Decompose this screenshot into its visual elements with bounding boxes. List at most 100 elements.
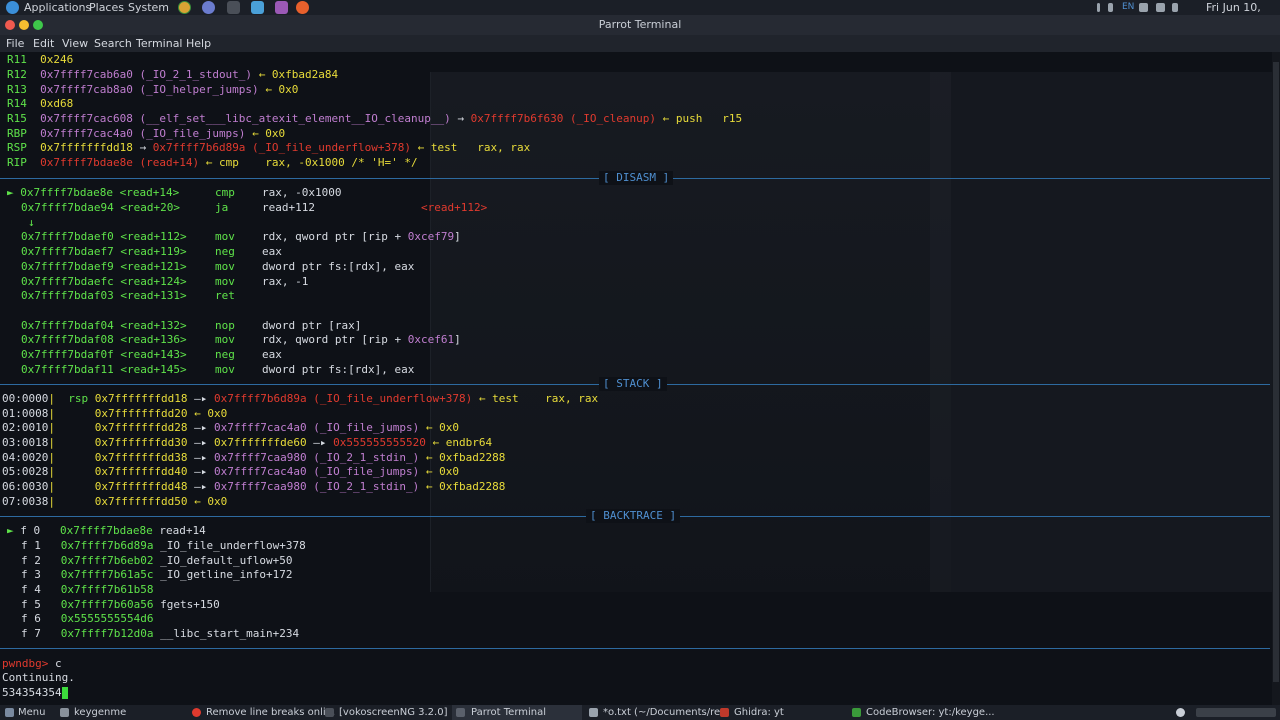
- disasm-args: read+112: [262, 201, 315, 214]
- disasm-op: mov: [215, 333, 235, 346]
- pwndbg-prompt[interactable]: pwndbg> c: [2, 657, 62, 671]
- burp-icon[interactable]: [275, 1, 288, 14]
- backtrace-line: f 6 0x5555555554d6: [21, 612, 154, 625]
- taskbar-item-codebrowser[interactable]: CodeBrowser: yt:/keyge...: [866, 707, 995, 718]
- backtrace-line: f 3 0x7ffff7b61a5c _IO_getline_info+172: [21, 568, 293, 581]
- disasm-args: dword ptr [rax]: [262, 319, 362, 332]
- bird-app-icon[interactable]: [251, 1, 264, 14]
- window-title: Parrot Terminal: [598, 18, 682, 31]
- text-editor-icon: [589, 708, 598, 717]
- disasm-header: [ DISASM ]: [599, 171, 674, 185]
- vokoscreen-icon: [325, 708, 334, 717]
- keyboard-layout[interactable]: EN: [1122, 1, 1134, 14]
- disasm-op: mov: [215, 275, 235, 288]
- disasm-args: rdx, qword ptr [rip + 0xcef61]: [262, 333, 461, 346]
- backtrace-line: ► f 0 0x7ffff7bdae8e read+14: [7, 524, 206, 537]
- user-input-line[interactable]: 534354354: [2, 686, 68, 700]
- disasm-line: 0x7ffff7bdaf08 <read+136>: [21, 333, 187, 346]
- places-menu[interactable]: Places: [89, 1, 124, 14]
- register-line: R12 0x7ffff7cab6a0 (_IO_2_1_stdout_) ← 0…: [7, 68, 339, 81]
- maximize-window-button[interactable]: [33, 20, 43, 30]
- stack-line: 05:0028| 0x7fffffffdd40 —▸ 0x7ffff7cac4a…: [2, 465, 460, 478]
- volume-icon[interactable]: [1139, 3, 1148, 12]
- disasm-args: rdx, qword ptr [rip + 0xcef79]: [262, 230, 461, 243]
- disasm-args: rax, -0x1000: [262, 186, 342, 199]
- codebrowser-icon: [852, 708, 861, 717]
- stack-line: 07:0038| 0x7fffffffdd50 ← 0x0: [2, 495, 228, 508]
- workspace-switcher[interactable]: [1196, 708, 1276, 717]
- disasm-op: ret: [215, 289, 235, 302]
- applications-menu[interactable]: Applications: [24, 1, 91, 14]
- disasm-op: cmp: [215, 186, 235, 199]
- disasm-op: mov: [215, 260, 235, 273]
- register-line: RBP 0x7ffff7cac4a0 (_IO_file_jumps) ← 0x…: [7, 127, 286, 140]
- taskbar-item-editor[interactable]: *o.txt (~/Documents/re...: [603, 707, 730, 718]
- disasm-line: 0x7ffff7bdaef0 <read+112>: [21, 230, 187, 243]
- disasm-args: rax, -1: [262, 275, 309, 288]
- taskbar-item-vokoscreen[interactable]: [vokoscreenNG 3.2.0]: [339, 707, 448, 718]
- backtrace-line: f 5 0x7ffff7b60a56 fgets+150: [21, 598, 220, 611]
- stack-line: 00:0000| rsp 0x7fffffffdd18 —▸ 0x7ffff7b…: [2, 392, 599, 405]
- disasm-line: 0x7ffff7bdaef7 <read+119>: [21, 245, 187, 258]
- close-window-button[interactable]: [5, 20, 15, 30]
- menu-search[interactable]: Search: [94, 37, 132, 50]
- disasm-op: nop: [215, 319, 235, 332]
- register-line: R11 0x246: [7, 53, 74, 66]
- chrome-taskbar-icon: [192, 708, 201, 717]
- backtrace-line: f 1 0x7ffff7b6d89a _IO_file_underflow+37…: [21, 539, 306, 552]
- parrot-logo-icon[interactable]: [6, 1, 19, 14]
- stack-line: 04:0020| 0x7fffffffdd38 —▸ 0x7ffff7caa98…: [2, 451, 506, 464]
- stack-header: [ STACK ]: [599, 377, 667, 391]
- terminal-scrollbar[interactable]: [1272, 52, 1280, 705]
- disasm-line: 0x7ffff7bdaf0f <read+143>: [21, 348, 187, 361]
- menu-view[interactable]: View: [62, 37, 88, 50]
- disasm-args: dword ptr fs:[rdx], eax: [262, 363, 415, 376]
- folder-icon: [60, 708, 69, 717]
- taskbar-item-ghidra[interactable]: Ghidra: yt: [734, 707, 784, 718]
- register-line: R15 0x7ffff7cac608 (__elf_set___libc_ate…: [7, 112, 743, 125]
- disasm-line: 0x7ffff7bdaf04 <read+132>: [21, 319, 187, 332]
- menu-help[interactable]: Help: [186, 37, 211, 50]
- separator-icon: [1097, 3, 1100, 12]
- minimize-window-button[interactable]: [19, 20, 29, 30]
- terminal-output[interactable]: R11 0x246 R12 0x7ffff7cab6a0 (_IO_2_1_st…: [0, 52, 1280, 705]
- taskbar-item-keygenme[interactable]: keygenme: [74, 707, 126, 718]
- disasm-args: eax: [262, 245, 282, 258]
- continuing-output: Continuing.: [2, 671, 75, 684]
- ghidra-icon: [720, 708, 729, 717]
- disasm-op: neg: [215, 245, 235, 258]
- taskbar-item-terminal[interactable]: Parrot Terminal: [471, 707, 546, 718]
- disasm-line: 0x7ffff7bdaf03 <read+131>: [21, 289, 187, 302]
- stack-line: 02:0010| 0x7fffffffdd28 —▸ 0x7ffff7cac4a…: [2, 421, 460, 434]
- disasm-jump-target: <read+112>: [421, 201, 488, 214]
- menu-file[interactable]: File: [6, 37, 24, 50]
- disasm-line: 0x7ffff7bdaef9 <read+121>: [21, 260, 187, 273]
- menu-icon[interactable]: [5, 708, 14, 717]
- terminal-launcher-icon[interactable]: [227, 1, 240, 14]
- menu-edit[interactable]: Edit: [33, 37, 54, 50]
- discord-icon[interactable]: [202, 1, 215, 14]
- chrome-icon[interactable]: [178, 1, 191, 14]
- scrollbar-thumb[interactable]: [1273, 62, 1279, 682]
- battery-icon[interactable]: [1172, 3, 1178, 12]
- menu-dots-icon[interactable]: [1108, 3, 1113, 12]
- window-titlebar: Parrot Terminal: [0, 15, 1280, 35]
- menu-terminal[interactable]: Terminal: [136, 37, 183, 50]
- disasm-op: neg: [215, 348, 235, 361]
- backtrace-line: f 4 0x7ffff7b61b58: [21, 583, 154, 596]
- disasm-op: mov: [215, 363, 235, 376]
- register-line: RSP 0x7fffffffdd18 → 0x7ffff7b6d89a (_IO…: [7, 141, 531, 154]
- register-line: RIP 0x7ffff7bdae8e (read+14) ← cmp rax, …: [7, 156, 418, 169]
- backtrace-line: f 2 0x7ffff7b6eb02 _IO_default_uflow+50: [21, 554, 293, 567]
- wifi-icon[interactable]: [1156, 3, 1165, 12]
- taskbar: Menu keygenme Remove line breaks onli...…: [0, 705, 1280, 720]
- notification-icon[interactable]: [1176, 708, 1185, 717]
- disasm-op: mov: [215, 230, 235, 243]
- disasm-line: ► 0x7ffff7bdae8e <read+14>: [7, 186, 180, 199]
- system-menu[interactable]: System: [128, 1, 169, 14]
- taskbar-item-chrome[interactable]: Remove line breaks onli...: [206, 707, 335, 718]
- disasm-line: 0x7ffff7bdaefc <read+124>: [21, 275, 187, 288]
- stack-line: 01:0008| 0x7fffffffdd20 ← 0x0: [2, 407, 228, 420]
- taskbar-menu-button[interactable]: Menu: [18, 707, 45, 718]
- firefox-icon[interactable]: [296, 1, 309, 14]
